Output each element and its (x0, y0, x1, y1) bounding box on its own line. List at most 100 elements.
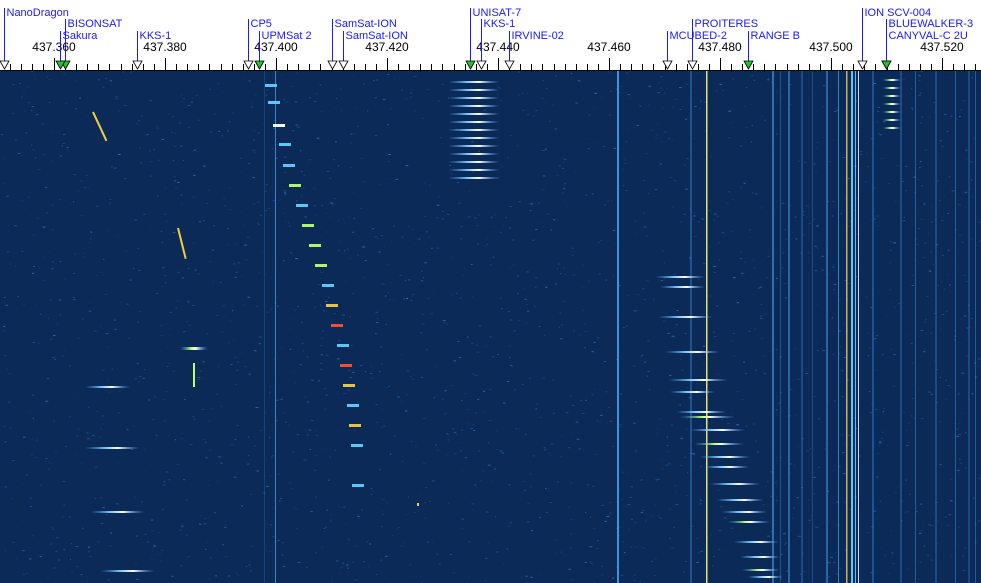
noise-speck (382, 99, 386, 101)
noise-speck (621, 541, 625, 543)
satellite-label[interactable]: MCUBED-2 (670, 30, 727, 42)
noise-speck (605, 279, 607, 281)
noise-speck (880, 158, 884, 160)
noise-speck (499, 488, 502, 490)
noise-speck (600, 257, 603, 259)
noise-speck (118, 110, 120, 112)
noise-speck (363, 277, 365, 279)
noise-speck (174, 225, 178, 227)
satellite-marker-icon[interactable] (0, 60, 10, 70)
noise-speck (282, 260, 285, 262)
noise-speck (331, 580, 334, 582)
satellite-label[interactable]: CP5 (251, 18, 272, 30)
satellite-marker-icon[interactable] (132, 60, 143, 70)
noise-speck (250, 493, 253, 495)
satellite-active-marker-icon[interactable] (743, 60, 754, 70)
satellite-label[interactable]: KKS-1 (484, 18, 516, 30)
noise-speck (294, 533, 297, 535)
noise-speck (170, 129, 172, 131)
satellite-marker-icon[interactable] (504, 60, 515, 70)
noise-speck (829, 161, 831, 163)
frequency-scale[interactable]: 437.360 437.380 437.400 437.420 437.440 437.4… (0, 0, 981, 71)
noise-speck (72, 296, 75, 298)
noise-speck (451, 438, 454, 440)
noise-speck (671, 138, 675, 140)
noise-speck (21, 250, 24, 252)
carrier-line (846, 71, 848, 583)
noise-speck (73, 174, 76, 175)
spectrum-waterfall[interactable] (0, 71, 981, 583)
noise-speck (115, 96, 118, 98)
noise-speck (380, 511, 384, 512)
satellite-label[interactable]: RANGE B (751, 30, 801, 42)
satellite-active-marker-icon[interactable] (465, 60, 476, 70)
noise-speck (175, 307, 177, 309)
noise-speck (342, 562, 345, 564)
noise-speck (922, 257, 925, 259)
noise-speck (797, 535, 801, 537)
noise-speck (924, 333, 928, 335)
noise-speck (524, 298, 527, 300)
noise-speck (110, 166, 114, 168)
satellite-label[interactable]: IRVINE-02 (512, 30, 564, 42)
noise-speck (804, 162, 807, 163)
noise-speck (652, 299, 656, 301)
noise-speck (172, 160, 175, 162)
satellite-label[interactable]: PROITERES (695, 18, 759, 30)
noise-speck (713, 265, 717, 267)
noise-speck (753, 267, 756, 269)
waterfall-canvas[interactable] (0, 71, 981, 583)
noise-speck (860, 153, 863, 155)
noise-speck (381, 283, 385, 285)
noise-speck (889, 289, 892, 291)
noise-speck (485, 345, 488, 347)
noise-speck (563, 158, 567, 160)
noise-speck (33, 73, 35, 75)
noise-speck (199, 523, 202, 525)
satellite-marker-icon[interactable] (476, 60, 487, 70)
noise-speck (813, 163, 816, 165)
noise-speck (354, 545, 357, 547)
noise-speck (165, 391, 168, 392)
satellite-label[interactable]: Sakura (63, 30, 99, 42)
noise-speck (248, 80, 251, 82)
satellite-label[interactable]: UPMSat 2 (262, 30, 312, 42)
satellite-marker-icon[interactable] (243, 60, 254, 70)
noise-speck (794, 414, 797, 416)
satellite-label[interactable]: NanoDragon (7, 7, 69, 19)
noise-speck (529, 285, 532, 286)
noise-speck (172, 232, 176, 234)
noise-speck (438, 196, 440, 198)
noise-speck (939, 464, 942, 466)
satellite-label[interactable]: BLUEWALKER-3 (889, 18, 974, 30)
noise-speck (364, 260, 367, 261)
noise-speck (828, 521, 830, 523)
satellite-marker-icon[interactable] (338, 60, 349, 70)
noise-speck (573, 519, 575, 521)
satellite-marker-icon[interactable] (327, 60, 338, 70)
noise-speck (554, 128, 558, 130)
satellite-active-marker-icon[interactable] (254, 60, 265, 70)
noise-speck (525, 322, 528, 324)
satellite-label[interactable]: SamSat-ION (335, 18, 397, 30)
noise-speck (82, 252, 85, 254)
noise-speck (267, 208, 270, 210)
noise-speck (213, 113, 216, 115)
satellite-label[interactable]: CANYVAL-C 2U (889, 30, 968, 42)
noise-speck (718, 241, 720, 243)
noise-speck (252, 177, 255, 179)
satellite-marker-icon[interactable] (687, 60, 698, 70)
satellite-marker-icon[interactable] (662, 60, 673, 70)
noise-speck (48, 468, 50, 470)
satellite-active-marker-icon[interactable] (881, 60, 892, 70)
satellite-label[interactable]: KKS-1 (140, 30, 172, 42)
noise-speck (625, 190, 628, 191)
noise-speck (630, 546, 632, 548)
noise-speck (135, 578, 139, 580)
noise-speck (401, 460, 404, 462)
satellite-label[interactable]: SamSat-ION (346, 30, 408, 42)
signal-burst (448, 113, 500, 115)
noise-speck (269, 386, 271, 388)
satellite-label[interactable]: BISONSAT (68, 18, 123, 30)
satellite-marker-icon[interactable] (857, 60, 868, 70)
